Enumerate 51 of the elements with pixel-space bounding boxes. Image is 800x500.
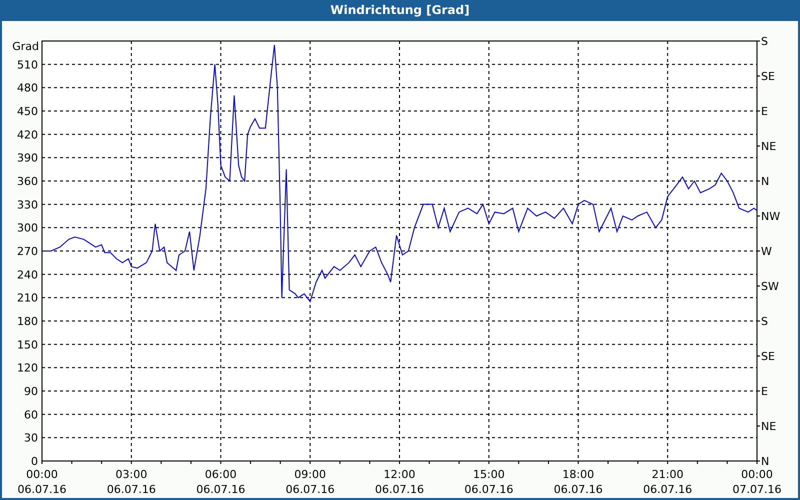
x-tick-label: 03:00	[116, 468, 148, 481]
compass-label: N	[761, 174, 770, 188]
y-tick-label: 30	[24, 432, 38, 445]
x-tick-label: 00:00	[26, 468, 58, 481]
x-date-label: 06.07.16	[18, 482, 66, 496]
compass-label: NE	[761, 140, 776, 153]
y-tick-label: 0	[31, 454, 38, 468]
x-tick-label: 12:00	[384, 468, 416, 481]
compass-label: S	[761, 314, 768, 328]
y-tick-label: 270	[17, 244, 38, 258]
y-tick-label: 180	[17, 314, 38, 328]
y-tick-label: 330	[17, 198, 38, 212]
y-tick-label: 480	[17, 82, 38, 95]
y-tick-label: 300	[17, 222, 38, 235]
y-tick-label: 420	[17, 128, 38, 142]
x-tick-label: 06:00	[204, 468, 237, 481]
y-tick-label: 450	[17, 104, 38, 118]
y-tick-label: 150	[17, 338, 38, 352]
compass-label: NE	[761, 420, 776, 433]
y-tick-label: 240	[17, 268, 38, 282]
compass-label: S	[761, 34, 768, 48]
x-date-label: 06.07.16	[106, 482, 156, 496]
y-tick-label: 360	[17, 174, 38, 188]
compass-label: NW	[761, 210, 780, 223]
x-date-label: 06.07.16	[554, 482, 603, 496]
compass-label: SW	[761, 280, 779, 293]
x-tick-label: 00:00	[741, 468, 773, 481]
compass-label: SE	[761, 70, 775, 83]
compass-label: E	[761, 384, 768, 398]
x-tick-label: 18:00	[562, 468, 594, 481]
x-date-label: 06.07.16	[375, 482, 424, 496]
x-date-label: 06.07.16	[643, 482, 692, 496]
x-tick-label: 21:00	[652, 468, 684, 481]
y-tick-label: 390	[17, 152, 38, 165]
y-tick-label: 510	[17, 58, 38, 72]
y-tick-label: 210	[17, 292, 38, 305]
x-date-label: 07.07.16	[732, 482, 782, 496]
compass-label: N	[761, 454, 770, 468]
compass-label: W	[761, 244, 772, 258]
window-title: Windrichtung [Grad]	[0, 0, 800, 21]
y-axis-label: Grad	[12, 40, 39, 53]
x-tick-label: 09:00	[294, 468, 326, 481]
x-tick-label: 15:00	[473, 468, 505, 481]
compass-label: SE	[761, 350, 775, 363]
compass-label: E	[761, 104, 768, 118]
y-tick-label: 120	[17, 362, 38, 375]
x-date-label: 06.07.16	[196, 482, 246, 496]
x-date-label: 06.07.16	[464, 482, 514, 496]
y-tick-label: 90	[24, 384, 38, 398]
y-tick-label: 60	[24, 408, 38, 422]
x-date-label: 06.07.16	[286, 482, 335, 496]
